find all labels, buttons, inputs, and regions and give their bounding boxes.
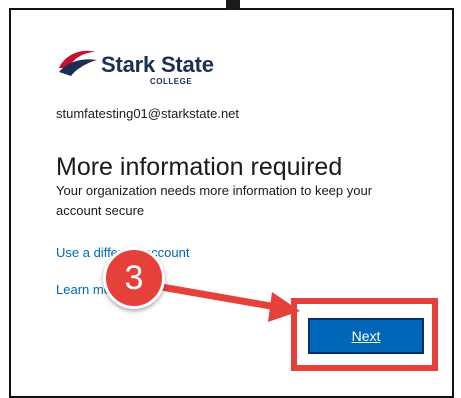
annotation-arrow <box>146 281 300 322</box>
step-number-badge: 3 <box>103 247 165 309</box>
